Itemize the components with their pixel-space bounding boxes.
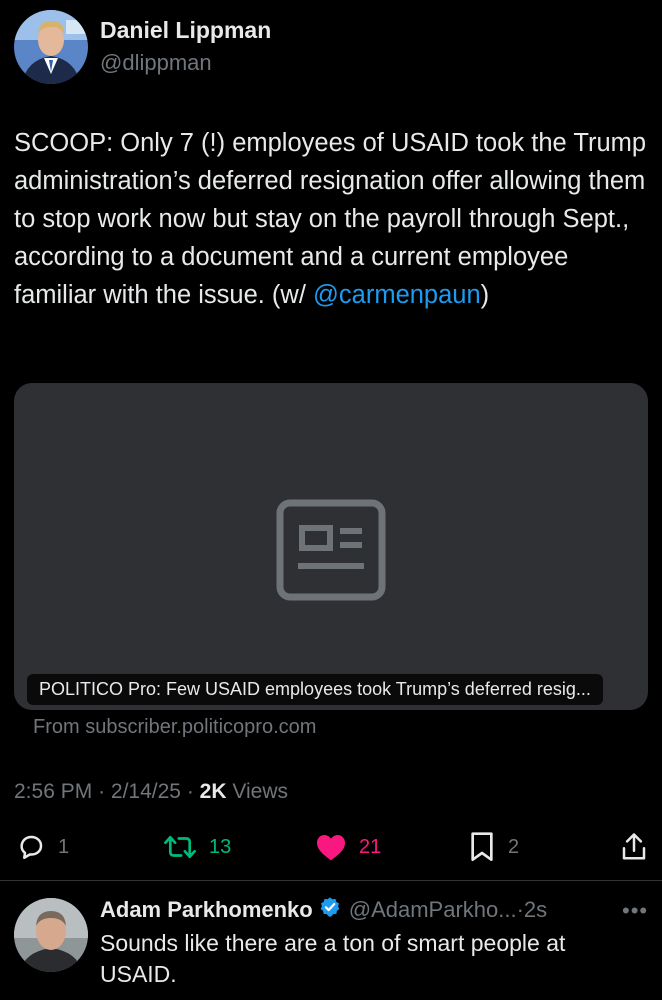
- views-label[interactable]: Views: [232, 780, 288, 803]
- share-button[interactable]: [620, 830, 648, 864]
- tweet-date[interactable]: 2/14/25: [111, 780, 181, 803]
- reply-avatar[interactable]: [14, 898, 88, 972]
- views-count[interactable]: 2K: [200, 780, 227, 803]
- reply-time[interactable]: 2s: [524, 897, 547, 923]
- reply-count: 1: [58, 835, 70, 858]
- tweet-metadata: 2:56 PM · 2/14/25 · 2K Views: [14, 780, 288, 804]
- reply-author-handle[interactable]: @AdamParkho...: [349, 897, 517, 923]
- mention-link[interactable]: @carmenpaun: [313, 281, 481, 309]
- meta-separator: ·: [186, 780, 194, 803]
- reply-icon: [16, 832, 46, 862]
- reply-separator: ·: [516, 897, 524, 922]
- author-avatar[interactable]: [14, 10, 88, 84]
- heart-icon: [315, 832, 347, 862]
- bookmark-button[interactable]: 2: [468, 830, 519, 864]
- retweet-button[interactable]: 13: [163, 830, 231, 864]
- reply-button[interactable]: 1: [16, 830, 69, 864]
- card-source[interactable]: From subscriber.politicopro.com: [33, 716, 316, 739]
- share-icon: [620, 832, 648, 862]
- reply-header: Adam Parkhomenko @AdamParkho... · 2s: [100, 896, 547, 924]
- author-handle[interactable]: @dlippman: [100, 50, 212, 76]
- tweet-text: SCOOP: Only 7 (!) employees of USAID too…: [14, 124, 654, 314]
- reply-text: Sounds like there are a ton of smart peo…: [100, 930, 566, 987]
- retweet-count: 13: [209, 835, 232, 858]
- like-count: 21: [359, 835, 382, 858]
- bookmark-count: 2: [508, 835, 520, 858]
- meta-separator: ·: [98, 780, 106, 803]
- retweet-icon: [163, 832, 197, 862]
- like-button[interactable]: 21: [315, 830, 381, 864]
- more-options-icon[interactable]: •••: [622, 898, 648, 924]
- tweet-text-tail: ): [480, 281, 490, 309]
- verified-badge-icon: [319, 896, 341, 924]
- bookmark-icon: [468, 831, 496, 863]
- divider: [0, 880, 662, 881]
- author-name[interactable]: Daniel Lippman: [100, 17, 271, 44]
- article-placeholder-icon: [276, 499, 386, 606]
- link-preview-card[interactable]: POLITICO Pro: Few USAID employees took T…: [14, 383, 648, 710]
- tweet-time[interactable]: 2:56 PM: [14, 780, 92, 803]
- card-title[interactable]: POLITICO Pro: Few USAID employees took T…: [27, 674, 603, 705]
- reply-author-name[interactable]: Adam Parkhomenko: [100, 897, 313, 923]
